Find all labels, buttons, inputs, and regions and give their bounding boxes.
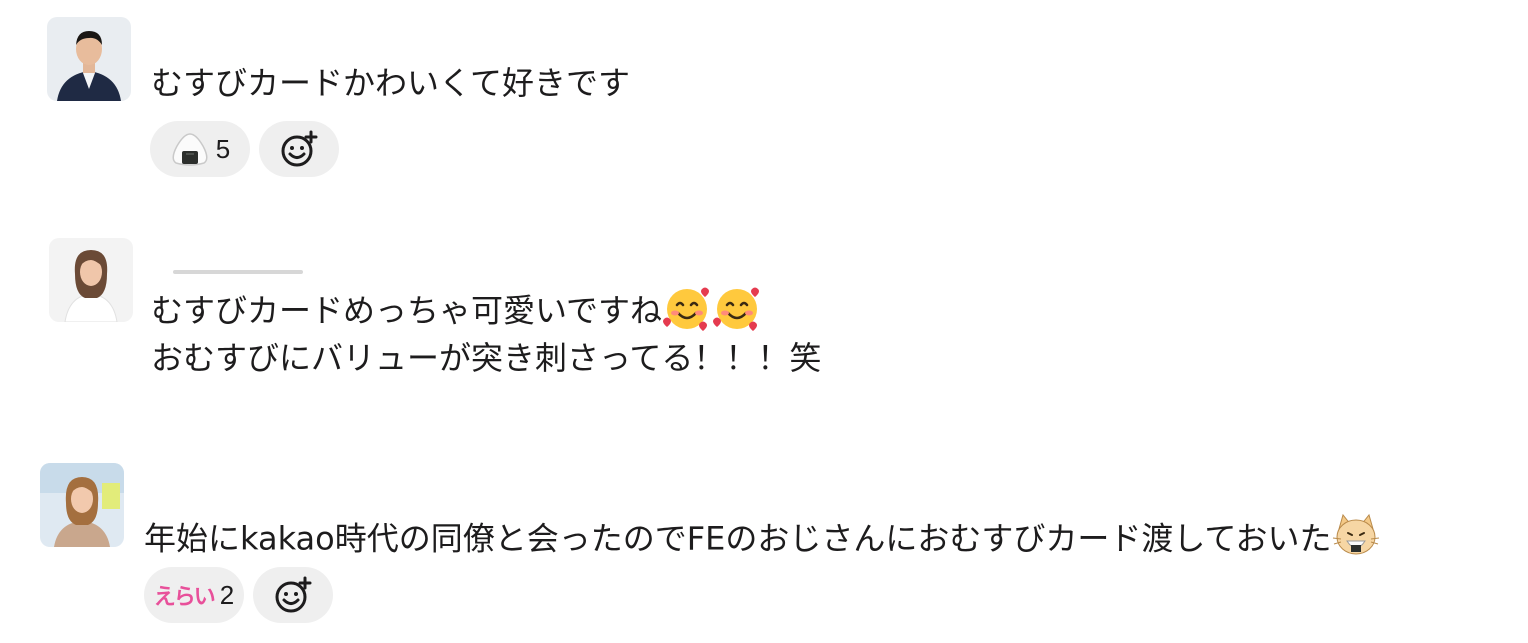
reaction-onigiri[interactable]: 5 — [150, 121, 250, 177]
reaction-count: 2 — [219, 579, 235, 610]
onigiri-icon — [172, 133, 208, 166]
reaction-count: 5 — [215, 133, 231, 164]
user-avatar[interactable] — [49, 238, 133, 322]
add-reaction-icon — [281, 130, 318, 167]
message-text-content: むすびカードめっちゃ可愛いですね — [151, 291, 663, 330]
reaction-erai[interactable]: えらい 2 — [144, 567, 244, 623]
erai-badge-icon: えらい — [153, 585, 216, 610]
smiling-face-with-hearts-icon — [662, 285, 712, 340]
avatar-man-navy-suit — [47, 17, 131, 101]
message-text: 年始にkakao時代の同僚と会ったのでFEのおじさんにおむすびカード渡しておいた — [144, 511, 1381, 570]
add-reaction-icon — [275, 576, 312, 613]
redacted-name — [173, 270, 303, 274]
message-text: むすびカードめっちゃ可愛いですね — [151, 285, 762, 340]
user-avatar[interactable] — [40, 463, 124, 547]
smiling-face-with-hearts-icon — [712, 285, 762, 340]
cat-eating-onigiri-icon — [1331, 511, 1381, 570]
user-avatar[interactable] — [47, 17, 131, 101]
avatar-woman-beige-top — [40, 463, 124, 547]
add-reaction-button[interactable] — [253, 567, 333, 623]
message-text-content: 年始にkakao時代の同僚と会ったのでFEのおじさんにおむすびカード渡しておいた — [144, 519, 1332, 558]
message-text: おむすびにバリューが突き刺さってる！！！笑 — [151, 339, 822, 377]
message-text: むすびカードかわいくて好きです — [151, 64, 631, 102]
avatar-woman-white-blouse — [49, 238, 133, 322]
add-reaction-button[interactable] — [259, 121, 339, 177]
